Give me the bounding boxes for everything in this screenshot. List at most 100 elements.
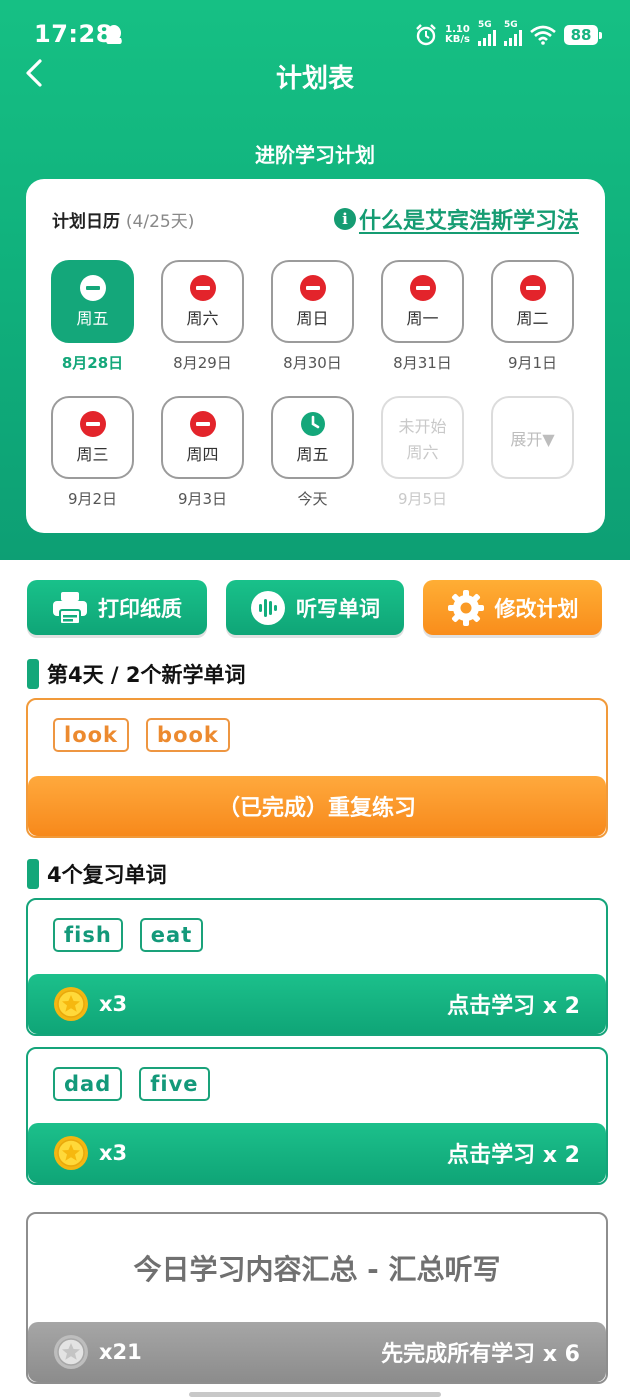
word-chip[interactable]: look: [53, 718, 130, 752]
summary-locked-button[interactable]: x21 先完成所有学习 x 6: [28, 1322, 606, 1382]
minus-circle-icon: [519, 274, 546, 301]
minus-circle-icon: [79, 274, 106, 301]
day-weekday: 周日: [296, 308, 329, 328]
home-indicator[interactable]: [189, 1392, 441, 1397]
day-date: 9月3日: [177, 490, 228, 508]
action-buttons: 打印纸质 听写单词 修改计划: [27, 580, 602, 635]
day-date: 8月28日: [61, 354, 124, 372]
modify-plan-button[interactable]: 修改计划: [423, 580, 602, 635]
battery-level: 88: [570, 26, 592, 44]
silver-coin-icon: [54, 1335, 88, 1369]
study-label: 点击学习 x 2: [447, 994, 580, 1019]
repeat-practice-label: （已完成）重复练习: [217, 796, 416, 821]
signal-2-label: 5G: [504, 20, 518, 30]
summary-action-label: 先完成所有学习 x 6: [381, 1342, 580, 1367]
new-words-chips: look book: [53, 718, 230, 752]
study-button[interactable]: x3 点击学习 x 2: [28, 974, 606, 1034]
calendar-day-5[interactable]: 周三 9月2日: [51, 396, 134, 509]
day-date: 8月30日: [283, 354, 342, 372]
new-words-card: look book （已完成）重复练习: [26, 698, 608, 838]
day-weekday: 周一: [406, 308, 439, 328]
day-weekday: 周二: [516, 308, 549, 328]
calendar-day-3[interactable]: 周一 8月31日: [381, 260, 464, 373]
section-marker: [27, 859, 39, 889]
word-chip[interactable]: book: [146, 718, 230, 752]
review-card-1: fish eat x3 点击学习 x 2: [26, 898, 608, 1036]
battery-icon: 88: [564, 25, 602, 45]
new-words-heading: 第4天 / 2个新学单词: [27, 659, 246, 689]
calendar-day-today[interactable]: 周五 今天: [271, 396, 354, 509]
repeat-practice-button[interactable]: （已完成）重复练习: [28, 776, 606, 836]
ebbinghaus-help-link[interactable]: i 什么是艾宾浩斯学习法: [333, 203, 579, 235]
qq-notification-icon: [106, 25, 122, 44]
calendar-day-1[interactable]: 周六 8月29日: [161, 260, 244, 373]
calendar-day-6[interactable]: 周四 9月3日: [161, 396, 244, 509]
section-marker: [27, 659, 39, 689]
day-date: 今天: [297, 490, 328, 508]
study-label: 点击学习 x 2: [447, 1143, 580, 1168]
word-chip[interactable]: dad: [53, 1067, 123, 1101]
expand-label: 展开▼: [510, 429, 555, 449]
calendar-day-8[interactable]: 未开始 周六 9月5日: [381, 396, 464, 509]
review-words-heading: 4个复习单词: [27, 859, 167, 889]
minus-circle-icon: [189, 274, 216, 301]
alarm-icon: [416, 24, 436, 46]
net-speed: 1.10 KB/s: [445, 25, 470, 45]
calendar-header: 计划日历 (4/25天): [52, 207, 194, 232]
day-status: 未开始: [398, 416, 447, 436]
audio-wave-icon: [251, 590, 285, 625]
coin-count: x21: [99, 1340, 142, 1364]
gold-coin-icon: [54, 1136, 88, 1170]
study-button[interactable]: x3 点击学习 x 2: [28, 1123, 606, 1183]
calendar-card: 计划日历 (4/25天) i 什么是艾宾浩斯学习法 周五 8月28日 周六 8月…: [26, 179, 605, 533]
word-chip[interactable]: five: [139, 1067, 210, 1101]
status-icons: 1.10 KB/s 5G 5G 88: [415, 20, 602, 50]
calendar-day-0[interactable]: 周五 8月28日: [51, 260, 134, 373]
review-chips: fish eat: [53, 918, 204, 952]
day-date: 9月1日: [507, 354, 558, 372]
calendar-expand-button[interactable]: 展开▼: [491, 396, 574, 479]
print-button[interactable]: 打印纸质: [27, 580, 207, 635]
coin-count: x3: [99, 1141, 128, 1165]
day-weekday: 周六: [186, 308, 219, 328]
new-words-title: 第4天 / 2个新学单词: [47, 663, 246, 687]
day-date: 9月5日: [397, 490, 448, 508]
day-weekday: 周六: [406, 442, 439, 462]
summary-card: 今日学习内容汇总 - 汇总听写 x21 先完成所有学习 x 6: [26, 1212, 608, 1384]
plan-screen: 17:28 1.10 KB/s 5G 5G 88 计划表 进阶学习计划 计划日历…: [0, 0, 630, 1400]
signal-1-label: 5G: [478, 20, 492, 30]
dictation-button[interactable]: 听写单词: [226, 580, 404, 635]
day-weekday: 周三: [76, 444, 109, 464]
clock-icon: [300, 411, 325, 436]
signal-2-icon: 5G: [504, 20, 522, 46]
calendar-progress: (4/25天): [125, 212, 195, 232]
minus-circle-icon: [299, 274, 326, 301]
day-date: 8月29日: [173, 354, 232, 372]
help-link-text: 什么是艾宾浩斯学习法: [358, 209, 579, 234]
info-icon: i: [333, 208, 356, 230]
status-time: 17:28: [34, 20, 113, 48]
minus-circle-icon: [189, 410, 216, 437]
summary-title: 今日学习内容汇总 - 汇总听写: [133, 1253, 501, 1286]
coin-count: x3: [99, 992, 128, 1016]
day-date: 9月2日: [67, 490, 118, 508]
modify-label: 修改计划: [494, 596, 579, 621]
dictation-label: 听写单词: [296, 596, 380, 621]
gear-icon: [447, 589, 484, 626]
day-weekday: 周五: [76, 308, 109, 328]
printer-icon: [53, 591, 87, 625]
calendar-label: 计划日历: [52, 212, 120, 232]
wifi-icon: [530, 25, 556, 45]
review-chips: dad five: [53, 1067, 210, 1101]
calendar-day-4[interactable]: 周二 9月1日: [491, 260, 574, 373]
day-date: 8月31日: [393, 354, 452, 372]
gold-coin-icon: [54, 987, 88, 1021]
page-title: 计划表: [275, 64, 354, 94]
minus-circle-icon: [409, 274, 436, 301]
minus-circle-icon: [79, 410, 106, 437]
word-chip[interactable]: eat: [139, 918, 204, 952]
print-label: 打印纸质: [98, 596, 182, 621]
plan-subtitle: 进阶学习计划: [255, 143, 375, 167]
word-chip[interactable]: fish: [53, 918, 123, 952]
calendar-day-2[interactable]: 周日 8月30日: [271, 260, 354, 373]
